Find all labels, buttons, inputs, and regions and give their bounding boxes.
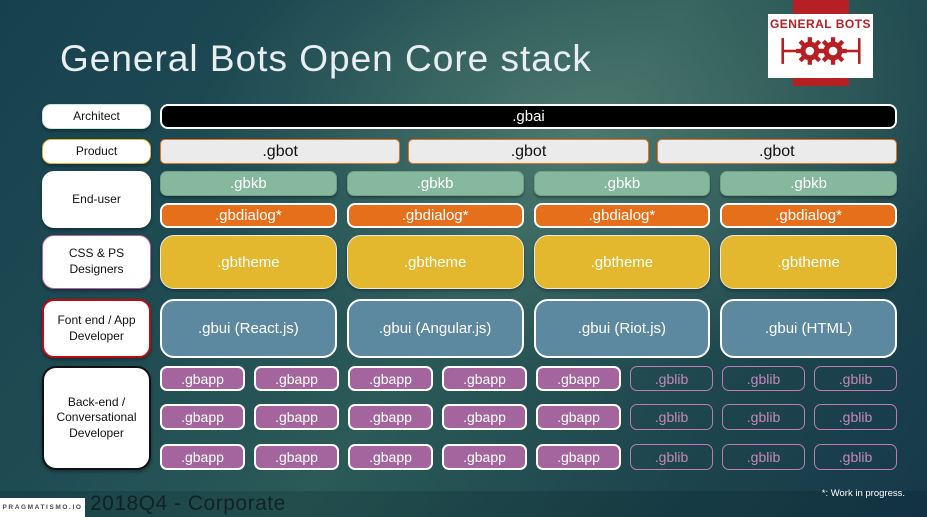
role-label-css-ps-designers: CSS & PS Designers — [42, 235, 151, 289]
row-gbkb: .gbkb .gbkb .gbkb .gbkb — [160, 171, 897, 196]
slide: General Bots Open Core stack GENERAL BOT… — [0, 0, 927, 517]
row-gbapp-2: .gbapp .gbapp .gbapp .gbapp .gbapp .gbli… — [160, 404, 897, 430]
gbkb-box: .gbkb — [720, 171, 897, 196]
gbdialog-box: .gbdialog* — [160, 203, 337, 228]
gbai-box: .gbai — [160, 104, 897, 129]
role-label-frontend-app-developer: Font end / App Developer — [42, 299, 151, 358]
gblib-box: .gblib — [722, 404, 805, 430]
row-gbtheme: .gbtheme .gbtheme .gbtheme .gbtheme — [160, 235, 897, 289]
row-gbdialog: .gbdialog* .gbdialog* .gbdialog* .gbdial… — [160, 203, 897, 228]
gbapp-box: .gbapp — [536, 444, 621, 470]
gbdialog-box: .gbdialog* — [533, 203, 711, 228]
gbui-react-box: .gbui (React.js) — [160, 299, 337, 358]
row-gbapp-1: .gbapp .gbapp .gbapp .gbapp .gbapp .gbli… — [160, 366, 897, 391]
row-gbai: .gbai — [160, 104, 897, 129]
gblib-box: .gblib — [630, 404, 713, 430]
gblib-box: .gblib — [722, 366, 805, 391]
gbdialog-box: .gbdialog* — [720, 203, 897, 228]
gbui-riot-box: .gbui (Riot.js) — [533, 299, 711, 358]
role-label-product: Product — [42, 139, 151, 164]
gbapp-box: .gbapp — [348, 404, 433, 430]
gbapp-box: .gbapp — [348, 444, 433, 470]
gbapp-box: .gbapp — [254, 366, 339, 391]
gears-icon — [778, 32, 864, 75]
gbot-box: .gbot — [656, 139, 897, 164]
gbdialog-box: .gbdialog* — [346, 203, 524, 228]
gbot-box: .gbot — [160, 139, 401, 164]
row-gbapp-3: .gbapp .gbapp .gbapp .gbapp .gbapp .gbli… — [160, 444, 897, 470]
gbapp-box: .gbapp — [348, 366, 433, 391]
gblib-box: .gblib — [814, 366, 897, 391]
gblib-box: .gblib — [814, 444, 897, 470]
gbui-angular-box: .gbui (Angular.js) — [346, 299, 524, 358]
gbapp-box: .gbapp — [160, 444, 245, 470]
role-label-backend-conversational-developer: Back-end / Conversational Developer — [42, 366, 151, 470]
gbtheme-box: .gbtheme — [720, 235, 897, 289]
gblib-box: .gblib — [814, 404, 897, 430]
gbtheme-box: .gbtheme — [160, 235, 337, 289]
gbapp-box: .gbapp — [442, 444, 527, 470]
gbkb-box: .gbkb — [346, 171, 524, 196]
gbui-html-box: .gbui (HTML) — [720, 299, 897, 358]
gbapp-box: .gbapp — [442, 366, 527, 391]
work-in-progress-note: *: Work in progress. — [821, 488, 905, 499]
row-gbui: .gbui (React.js) .gbui (Angular.js) .gbu… — [160, 299, 897, 358]
gbapp-box: .gbapp — [160, 366, 245, 391]
gblib-box: .gblib — [630, 366, 713, 391]
gbapp-box: .gbapp — [160, 404, 245, 430]
gbot-box: .gbot — [408, 139, 649, 164]
role-label-architect: Architect — [42, 104, 151, 129]
pragmatismo-logo: PRAGMATISMO.IO — [0, 498, 85, 517]
gbtheme-box: .gbtheme — [533, 235, 711, 289]
row-gbot: .gbot .gbot .gbot — [160, 139, 897, 164]
gbapp-box: .gbapp — [536, 366, 621, 391]
gbtheme-box: .gbtheme — [346, 235, 524, 289]
footer-edition-label: 2018Q4 - Corporate — [90, 492, 286, 515]
gbapp-box: .gbapp — [254, 404, 339, 430]
gbkb-box: .gbkb — [533, 171, 711, 196]
gbapp-box: .gbapp — [442, 404, 527, 430]
gbapp-box: .gbapp — [254, 444, 339, 470]
page-title: General Bots Open Core stack — [60, 38, 592, 79]
gblib-box: .gblib — [630, 444, 713, 470]
gbapp-box: .gbapp — [536, 404, 621, 430]
gblib-box: .gblib — [722, 444, 805, 470]
role-label-end-user: End-user — [42, 171, 151, 228]
logo-text: GENERAL BOTS — [769, 17, 872, 31]
general-bots-logo: GENERAL BOTS — [768, 14, 873, 78]
gbkb-box: .gbkb — [160, 171, 337, 196]
